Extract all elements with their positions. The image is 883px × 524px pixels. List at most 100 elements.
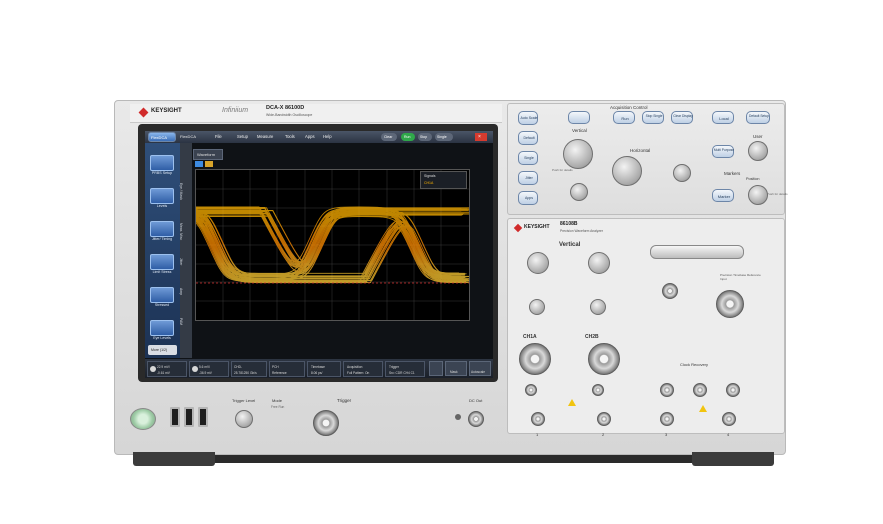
eye-diagram — [159, 170, 473, 320]
local-button[interactable]: Local — [712, 111, 734, 124]
ch2-offset-knob[interactable] — [590, 299, 606, 315]
run-button[interactable]: Run — [401, 133, 415, 141]
more-button[interactable]: More (1/2) — [148, 345, 177, 355]
vtab-eye-mask[interactable]: Eye / Mask — [179, 183, 183, 200]
usb-port-2[interactable] — [184, 407, 194, 427]
menu-setup[interactable]: Setup — [237, 134, 248, 139]
trigger-input-connector[interactable] — [662, 283, 678, 299]
sidebar-label-eye-levels: Eye Levels — [153, 336, 171, 340]
stop-single-button[interactable]: Stop Single — [642, 111, 664, 124]
jitter-button[interactable]: Jitter — [518, 171, 538, 185]
port-3-connector[interactable] — [660, 412, 674, 426]
status-ch2-title: 5.6 mV/ — [199, 364, 210, 369]
marker-button[interactable]: Marker — [712, 189, 734, 202]
status-pch-title: PCH — [272, 364, 279, 369]
single-front-button[interactable]: Single — [518, 151, 538, 165]
default-setup-button[interactable]: Default Setup — [746, 111, 770, 124]
ch1-aux-connector[interactable] — [525, 384, 537, 396]
single-button[interactable]: Single — [435, 133, 453, 141]
vertical-scale-knob[interactable] — [563, 139, 593, 169]
cdr-input-a-connector[interactable] — [660, 383, 674, 397]
status-ch2-scale[interactable]: 5.6 mV/ -36.9 mV — [189, 360, 229, 377]
menu-help[interactable]: Help — [323, 134, 332, 139]
stop-button[interactable]: Stop — [418, 133, 432, 141]
ch1-offset-knob[interactable] — [529, 299, 545, 315]
power-button[interactable] — [130, 408, 156, 430]
trigger-connector[interactable] — [313, 410, 339, 436]
dc-out-label: DC Out — [469, 398, 483, 403]
status-chd[interactable]: CHD- 25.781250 Gb/s — [231, 360, 267, 377]
menu-measure[interactable]: Measure — [257, 134, 273, 139]
close-icon[interactable]: × — [475, 133, 487, 141]
vertical-offset-knob[interactable] — [570, 183, 588, 201]
marker-knob[interactable] — [748, 185, 768, 205]
clock-recovery-label: Clock Recovery — [680, 362, 709, 367]
clear-button[interactable]: Clear — [381, 133, 397, 141]
user-knob[interactable] — [748, 141, 768, 161]
apps-label: Apps — [525, 196, 533, 200]
usb-port-3[interactable] — [198, 407, 208, 427]
port-2-connector[interactable] — [597, 412, 611, 426]
ch2-scale-knob[interactable] — [588, 252, 610, 274]
port-1-connector[interactable] — [531, 412, 545, 426]
menu-file[interactable]: File — [215, 134, 222, 139]
run-label: Run — [404, 135, 411, 139]
port-4-label: 4 — [727, 432, 730, 437]
vtab-jitter[interactable]: Jitter — [179, 258, 183, 265]
ch1-scale-knob[interactable] — [527, 252, 549, 274]
sidebar-item-limit-stress[interactable] — [150, 254, 174, 270]
local-label: Local — [719, 116, 729, 121]
horizontal-scale-knob[interactable] — [612, 156, 642, 186]
flexdca-app-label: FlexDCA — [151, 135, 168, 140]
sidebar-item-jitter[interactable] — [150, 221, 174, 237]
sidebar-item-prbs-setup[interactable] — [150, 155, 174, 171]
clear-display-button[interactable]: Clear Display — [671, 111, 693, 124]
status-pch[interactable]: PCH Reference — [269, 360, 305, 377]
dc-out-connector[interactable] — [468, 411, 484, 427]
menu-tools[interactable]: Tools — [285, 134, 295, 139]
usb-port-1[interactable] — [170, 407, 180, 427]
vtab-pam[interactable]: PAM — [179, 318, 183, 325]
chassis-foot-left — [133, 452, 215, 466]
ch2-aux-connector[interactable] — [592, 384, 604, 396]
status-trigger[interactable]: Trigger Src: CDR CH4 C1 — [385, 360, 425, 377]
lock-icon[interactable] — [429, 361, 443, 376]
multi-purpose-button[interactable]: Multi Purpose — [712, 145, 734, 158]
touch-screen[interactable]: FlexDCA FlexDCA File Setup Measure Tools… — [145, 131, 493, 378]
auto-scale-top-button[interactable] — [568, 111, 590, 124]
autoscale-button[interactable]: Autoscale — [469, 361, 491, 376]
module-handle[interactable] — [650, 245, 744, 259]
mask-button[interactable]: Mask — [445, 361, 467, 376]
cdr-output-connector[interactable] — [726, 383, 740, 397]
auto-scale-button[interactable]: Auto Scale — [518, 111, 538, 125]
run-front-button[interactable]: Run — [613, 111, 635, 124]
horizontal-position-knob[interactable] — [673, 164, 691, 182]
status-timebase[interactable]: Timebase 8.06 ps/ — [307, 360, 341, 377]
tab-waveform[interactable]: Waveform — [193, 149, 223, 160]
default-button[interactable]: Default — [518, 131, 538, 145]
run-front-label: Run — [621, 116, 629, 121]
flexdca-app-button[interactable]: FlexDCA — [148, 132, 176, 142]
status-acquisition-title: Acquisition — [347, 364, 363, 369]
status-ch1-scale[interactable]: 22.9 mV/ -0.61 mV — [147, 360, 187, 377]
ground-jack[interactable] — [455, 414, 461, 420]
ch1-input-connector[interactable] — [519, 343, 551, 375]
eye-diagram-plot[interactable] — [159, 169, 473, 321]
port-4-connector[interactable] — [722, 412, 736, 426]
sidebar-item-eye-levels[interactable] — [150, 320, 174, 336]
status-acquisition[interactable]: Acquisition Full Pattern: On — [343, 360, 383, 377]
apps-button[interactable]: Apps — [518, 191, 538, 205]
sidebar-item-levels[interactable] — [150, 188, 174, 204]
sidebar-item-stressed[interactable] — [150, 287, 174, 303]
trigger-level-knob[interactable] — [235, 410, 253, 428]
brand-model: DCA-X 86100D — [266, 105, 305, 111]
menu-apps[interactable]: Apps — [305, 134, 315, 139]
ch2-input-connector[interactable] — [588, 343, 620, 375]
sidebar-label-limit-stress: Limit Stress — [152, 270, 172, 274]
status-timebase-sub: 8.06 ps/ — [311, 370, 323, 375]
vtab-amp[interactable]: Amp — [179, 288, 183, 295]
vtab-meas-misc[interactable]: Meas. Misc — [179, 223, 183, 240]
jitter-label: Jitter — [525, 176, 533, 180]
cdr-input-b-connector[interactable] — [693, 383, 707, 397]
timebase-reference-connector[interactable] — [716, 290, 744, 318]
